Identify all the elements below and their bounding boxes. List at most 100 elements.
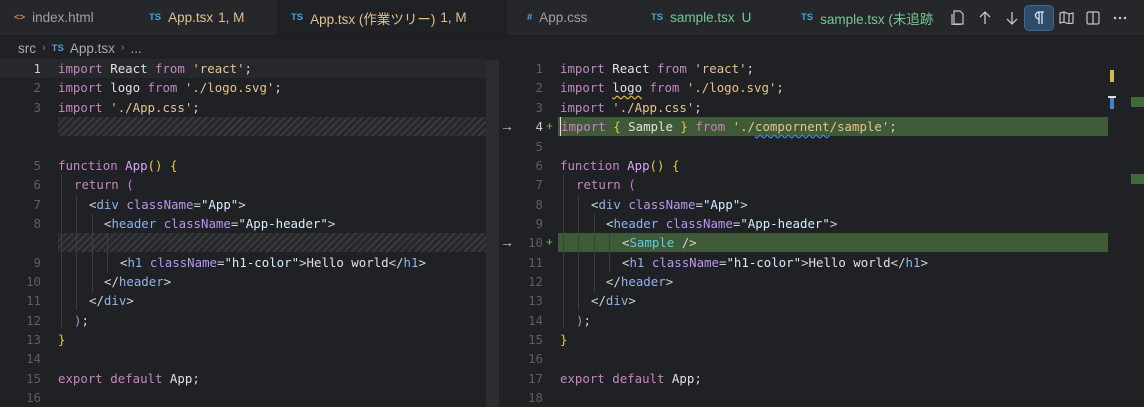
line-number: 9: [535, 216, 543, 231]
line-number: 6: [33, 177, 41, 192]
more-icon[interactable]: [1107, 6, 1134, 30]
line-number: 7: [535, 177, 543, 192]
line-number: 1: [535, 61, 543, 76]
line-number: 10: [26, 274, 41, 289]
chevron-right-icon: ›: [42, 42, 46, 54]
indent-guide: [594, 214, 595, 292]
breadcrumb-folder[interactable]: src: [18, 41, 36, 56]
line-added-plus-icon: +: [546, 119, 554, 133]
code-line: import logo from './logo.svg';: [560, 80, 784, 95]
breadcrumb-file[interactable]: App.tsx: [70, 41, 115, 56]
code-line: import React from 'react';: [560, 61, 755, 76]
tab-label: sample.tsx: [670, 10, 735, 25]
tab-status: 1, M: [440, 10, 467, 25]
indent-guide: [578, 195, 579, 310]
line-number: 6: [535, 158, 543, 173]
breadcrumb-more[interactable]: ...: [131, 41, 142, 56]
line-number: 15: [528, 332, 543, 347]
arrow-up-icon[interactable]: [971, 6, 998, 30]
tab-sample-tsx-untracked[interactable]: TS sample.tsx (未追跡: [787, 0, 947, 35]
split-editor-icon[interactable]: [1080, 6, 1107, 30]
overview-ruler[interactable]: [1108, 60, 1122, 407]
diff-overview-marker: [1131, 174, 1144, 184]
chevron-right-icon: ›: [120, 42, 125, 54]
diff-filler: [58, 233, 486, 253]
line-number: 2: [535, 80, 543, 95]
typescript-file-icon: TS: [801, 12, 814, 23]
tab-bar: <> index.html TS App.tsx 1, M TS App.tsx…: [0, 0, 1144, 36]
tab-app-tsx-working-tree[interactable]: TS App.tsx (作業ツリー) 1, M: [277, 0, 507, 35]
tab-sample-tsx[interactable]: TS sample.tsx U: [637, 0, 787, 35]
code-line: <h1 className="h1-color">Hello world</h1…: [120, 255, 426, 270]
tab-label: index.html: [32, 10, 94, 25]
tab-status: U: [741, 10, 752, 25]
line-number: 5: [535, 139, 543, 154]
diff-overview-marker: [1131, 97, 1144, 107]
typescript-file-icon: TS: [149, 12, 162, 23]
css-file-icon: #: [527, 12, 533, 23]
code-line: <Sample />: [622, 235, 697, 250]
indent-guide: [107, 233, 108, 273]
line-number: 11: [26, 293, 41, 308]
tab-label: App.tsx: [168, 10, 214, 25]
code-line: </header>: [606, 274, 674, 289]
breadcrumb: src › TS App.tsx › ...: [18, 40, 142, 56]
book-icon[interactable]: [1053, 6, 1080, 30]
line-number: 16: [528, 351, 543, 366]
diff-filler: [58, 117, 486, 137]
line-number: 4: [535, 119, 543, 134]
code-line: function App() {: [58, 158, 178, 173]
line-number: 3: [535, 100, 543, 115]
code-line: import './App.css';: [560, 100, 702, 115]
code-line: export default App;: [560, 371, 702, 386]
open-changes-icon[interactable]: [944, 6, 971, 30]
indent-guide: [609, 233, 610, 273]
tab-index-html[interactable]: <> index.html: [0, 0, 135, 35]
editor-toolbar: [944, 0, 1144, 35]
line-number: 8: [33, 216, 41, 231]
line-number: 1: [33, 61, 41, 76]
code-line: import logo from './logo.svg';: [58, 80, 282, 95]
code-line: return (: [576, 177, 636, 192]
warning-marker: [1110, 70, 1114, 82]
pilcrow-icon[interactable]: [1024, 4, 1054, 31]
arrow-down-icon[interactable]: [998, 6, 1025, 30]
line-number: 9: [33, 255, 41, 270]
code-line: <header className="App-header">: [606, 216, 838, 231]
code-line: </div>: [89, 293, 134, 308]
line-number: 8: [535, 197, 543, 212]
code-line: <header className="App-header">: [104, 216, 336, 231]
tab-app-css[interactable]: # App.css: [507, 0, 637, 35]
line-number: 11: [528, 255, 543, 270]
cursor-marker: [1108, 96, 1116, 98]
indent-guide: [92, 214, 93, 292]
code-line: );: [74, 313, 89, 328]
typescript-file-icon: TS: [291, 12, 304, 23]
line-number: 2: [33, 80, 41, 95]
code-line: <div className="App">: [89, 197, 246, 212]
line-number: 3: [33, 100, 41, 115]
code-line: import { Sample } from './compornent/sam…: [560, 117, 897, 137]
code-line: </div>: [591, 293, 636, 308]
indent-guide: [563, 175, 564, 327]
tab-status: 1, M: [218, 10, 245, 25]
indent-guide: [76, 195, 77, 310]
typescript-file-icon: TS: [651, 12, 664, 23]
line-number: 16: [26, 390, 41, 405]
tab-label: App.css: [539, 10, 588, 25]
tab-label: sample.tsx (未追跡: [820, 11, 934, 27]
line-number: 15: [26, 371, 41, 386]
line-number: 10: [528, 235, 543, 250]
line-number: 14: [26, 351, 41, 366]
left-editor-scrollbar[interactable]: [486, 60, 499, 407]
tab-app-tsx[interactable]: TS App.tsx 1, M: [135, 0, 277, 35]
line-number: 13: [528, 293, 543, 308]
code-line: </header>: [104, 274, 172, 289]
html-file-icon: <>: [14, 12, 26, 23]
code-line: <div className="App">: [591, 197, 748, 212]
line-number: 7: [33, 197, 41, 212]
code-line: return (: [74, 177, 134, 192]
line-number: 5: [33, 158, 41, 173]
line-added-plus-icon: +: [546, 235, 554, 249]
line-number: 12: [26, 313, 41, 328]
